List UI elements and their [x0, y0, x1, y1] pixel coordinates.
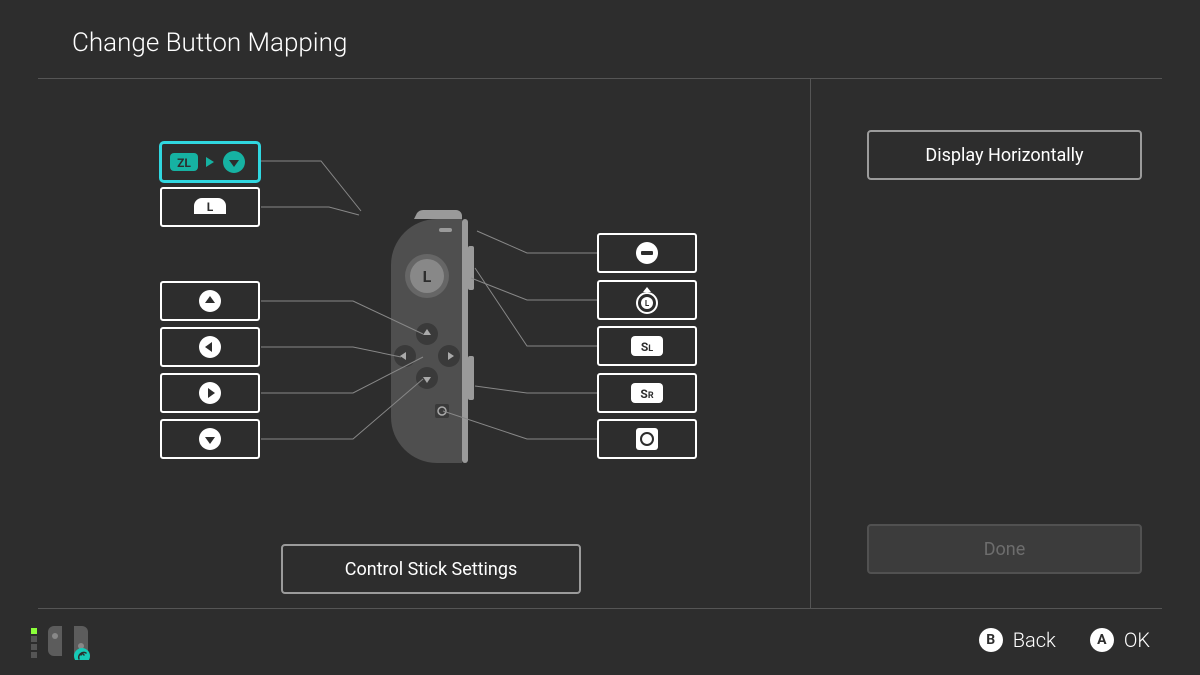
display-horizontally-button[interactable]: Display Horizontally	[867, 130, 1142, 180]
map-button-right[interactable]	[160, 373, 260, 413]
map-button-stick[interactable]: L	[597, 280, 697, 320]
done-button[interactable]: Done	[867, 524, 1142, 574]
svg-text:L: L	[645, 299, 650, 308]
joycon-left-illustration: L	[377, 206, 497, 476]
map-button-capture[interactable]	[597, 419, 697, 459]
map-button-minus[interactable]	[597, 233, 697, 273]
map-button-zl[interactable]: ZL	[159, 141, 261, 183]
divider-top	[38, 78, 1162, 79]
map-button-l[interactable]: L	[160, 187, 260, 227]
controller-status-icon	[28, 626, 90, 660]
divider-bottom	[38, 608, 1162, 609]
control-stick-settings-button[interactable]: Control Stick Settings	[281, 544, 581, 594]
a-button-icon: A	[1090, 628, 1114, 652]
ok-label: OK	[1124, 628, 1150, 652]
svg-text:ZL: ZL	[177, 156, 191, 170]
map-button-up[interactable]	[160, 281, 260, 321]
svg-text:L: L	[423, 267, 432, 286]
svg-text:L: L	[207, 200, 214, 214]
map-button-sr[interactable]: SR	[597, 373, 697, 413]
divider-vertical	[810, 78, 811, 608]
b-button-icon: B	[979, 628, 1003, 652]
footer: B Back A OK	[0, 618, 1200, 668]
map-button-left[interactable]	[160, 327, 260, 367]
back-label: Back	[1013, 628, 1056, 652]
map-button-down[interactable]	[160, 419, 260, 459]
map-button-sl[interactable]: SL	[597, 326, 697, 366]
page-title: Change Button Mapping	[72, 28, 347, 58]
